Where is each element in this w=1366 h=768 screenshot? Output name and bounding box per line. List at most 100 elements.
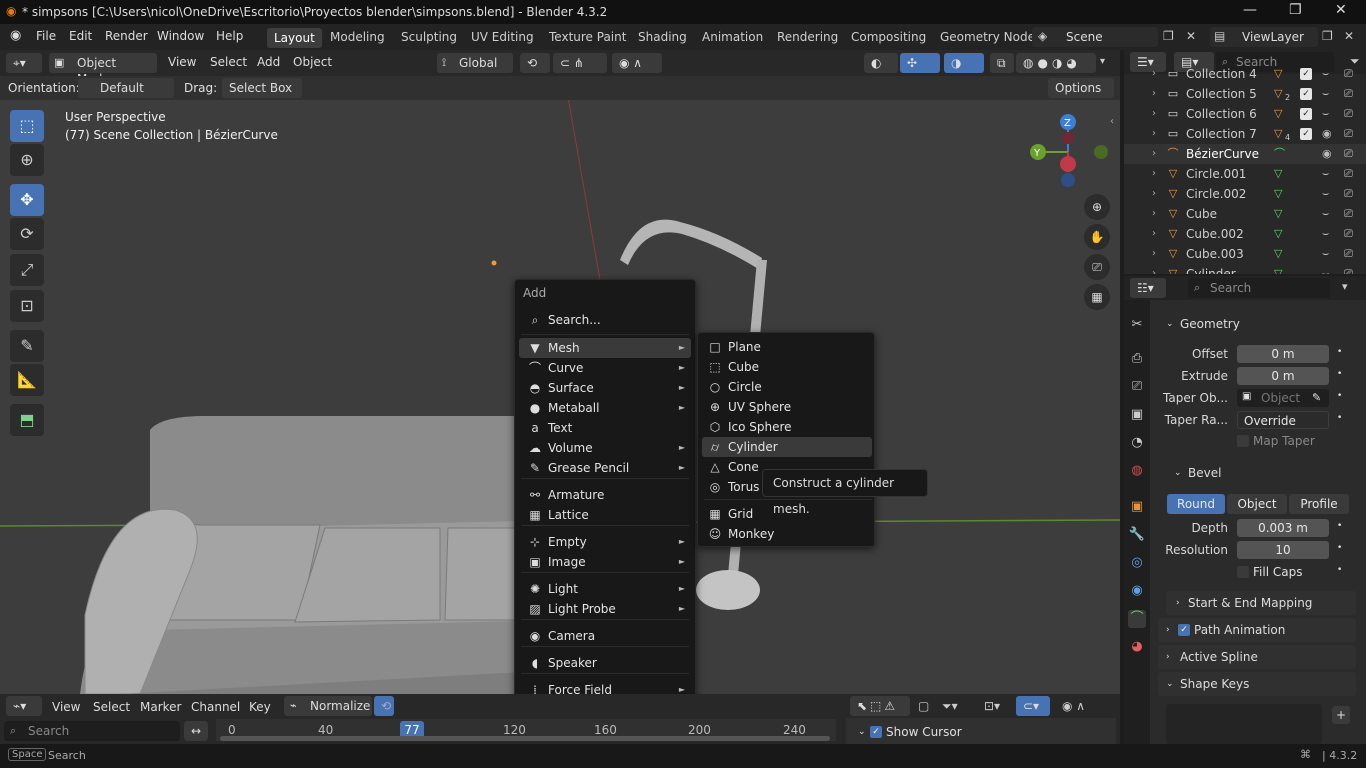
render-camera-icon[interactable]: ⎚: [1344, 64, 1353, 84]
menu-select[interactable]: Select: [210, 55, 247, 69]
bevel-panel-header[interactable]: ⌄ Bevel: [1166, 461, 1356, 485]
menu-window[interactable]: Window: [157, 29, 204, 43]
menu-view[interactable]: View: [168, 55, 196, 69]
add-menu-search[interactable]: ⌕ Search...: [519, 310, 691, 330]
visibility-eye-icon[interactable]: ⌣: [1322, 224, 1329, 244]
mesh-item-uv-sphere[interactable]: ⊕ UV Sphere: [702, 397, 872, 417]
visibility-eye-icon[interactable]: ⌣: [1322, 264, 1329, 274]
shading-options-icon[interactable]: ▾: [1100, 56, 1105, 67]
keyframe-dot-icon[interactable]: •: [1337, 413, 1342, 423]
visibility-eye-icon[interactable]: ⌣: [1322, 244, 1329, 264]
exclude-checkbox[interactable]: ✓: [1300, 88, 1312, 100]
view-layer-tab-icon[interactable]: ▣: [1128, 406, 1146, 424]
add-menu-item-speaker[interactable]: ◖ Speaker: [519, 653, 691, 673]
delete-viewlayer-icon[interactable]: ✕: [1344, 29, 1354, 43]
blender-menu-icon[interactable]: ◉: [10, 28, 21, 43]
output-tab-icon[interactable]: ⎚: [1128, 378, 1146, 396]
menu-add[interactable]: Add: [257, 55, 280, 69]
measure-tool[interactable]: 📐: [10, 364, 44, 396]
minimize-button[interactable]: —: [1243, 2, 1257, 18]
timeline-filter-buttons[interactable]: ⬉⬚⚠: [850, 696, 910, 716]
tab-sculpting[interactable]: Sculpting: [394, 29, 464, 49]
navigation-gizmo[interactable]: Z Y: [1024, 112, 1116, 194]
exclude-checkbox[interactable]: ✓: [1300, 108, 1312, 120]
drag-selector[interactable]: Select Box: [222, 78, 302, 98]
depth-field[interactable]: 0.003 m: [1237, 519, 1329, 537]
pan-hand-icon[interactable]: ✋: [1084, 224, 1110, 250]
tab-modeling[interactable]: Modeling: [323, 29, 392, 49]
add-menu-item-empty[interactable]: ⊹ Empty ►: [519, 532, 691, 552]
keyframe-dot-icon[interactable]: •: [1337, 347, 1342, 357]
normalize-toggle[interactable]: Normalize: [284, 696, 372, 716]
keyframe-dot-icon[interactable]: •: [1337, 565, 1342, 575]
snap-button[interactable]: ⊂ ⋔: [553, 53, 607, 73]
new-viewlayer-icon[interactable]: ❐: [1322, 29, 1333, 43]
outliner-row[interactable]: › ⌒ BézierCurve ⌒ ◉ ⎚: [1124, 144, 1366, 164]
shading-mode-buttons[interactable]: ◍●◑◕: [1016, 53, 1096, 73]
menu-object[interactable]: Object: [293, 55, 332, 69]
outliner-row[interactable]: › ▭ Collection 7 ▽ 4 ✓ ◉ ⎚: [1124, 124, 1366, 144]
outliner-row[interactable]: › ▭ Collection 5 ▽ 2 ✓ ⌣ ⎚: [1124, 84, 1366, 104]
render-tab-icon[interactable]: ⎙: [1128, 350, 1146, 368]
select-tool[interactable]: ⬚: [10, 110, 44, 142]
gizmo-toggle-button[interactable]: ✣: [900, 53, 940, 73]
render-camera-icon[interactable]: ⎚: [1344, 184, 1353, 204]
mesh-item-cube[interactable]: ⬚ Cube: [702, 357, 872, 377]
timeline-menu-marker[interactable]: Marker: [140, 700, 181, 714]
add-menu-item-surface[interactable]: ◓ Surface ►: [519, 378, 691, 398]
transform-orientation[interactable]: Global: [437, 53, 513, 73]
exclude-checkbox[interactable]: ✓: [1300, 68, 1312, 80]
timeline-menu-key[interactable]: Key: [249, 700, 271, 714]
path-animation-panel[interactable]: › ✓ Path Animation: [1158, 618, 1356, 642]
scale-tool[interactable]: ⤢: [10, 254, 44, 286]
menu-help[interactable]: Help: [216, 29, 243, 43]
extrude-field[interactable]: 0 m: [1237, 367, 1329, 385]
add-menu-item-image[interactable]: ▣ Image ►: [519, 552, 691, 572]
grid-view-icon[interactable]: ▦: [1084, 284, 1110, 310]
add-cube-tool[interactable]: ⬒: [10, 404, 44, 436]
editor-type-button[interactable]: ⌖▾: [6, 53, 42, 73]
auto-normalize-toggle[interactable]: ⟲: [374, 696, 394, 716]
sidebar-toggle-icon[interactable]: ‹: [1110, 116, 1114, 127]
taper-radius-selector[interactable]: Override: [1237, 411, 1329, 429]
chevron-right-icon[interactable]: ›: [1152, 144, 1156, 164]
rotate-tool[interactable]: ⟳: [10, 218, 44, 250]
bevel-profile-button[interactable]: Profile: [1289, 494, 1349, 514]
chevron-down-icon[interactable]: ⌄: [858, 727, 866, 737]
fill-caps-checkbox[interactable]: [1237, 566, 1249, 578]
close-button[interactable]: ✕: [1335, 2, 1347, 18]
auto-snap-button[interactable]: ⊂▾: [1016, 696, 1050, 716]
mesh-item-cylinder[interactable]: ⌭ Cylinder: [702, 437, 872, 457]
tab-rendering[interactable]: Rendering: [770, 29, 845, 49]
new-scene-icon[interactable]: ❐: [1163, 29, 1174, 43]
add-menu-item-lattice[interactable]: ▦ Lattice: [519, 505, 691, 525]
add-menu-item-curve[interactable]: ⌒ Curve ►: [519, 358, 691, 378]
shape-keys-list[interactable]: [1166, 704, 1322, 744]
mesh-item-monkey[interactable]: ☺ Monkey: [702, 524, 872, 544]
outliner-row[interactable]: › ▭ Collection 4 ▽ ✓ ⌣ ⎚: [1124, 64, 1366, 84]
tool-tab-icon[interactable]: ✂: [1128, 316, 1146, 334]
proportional-edit-button[interactable]: ◉ ∧: [612, 53, 662, 73]
chevron-right-icon[interactable]: ›: [1152, 244, 1156, 264]
particles-tab-icon[interactable]: ◎: [1128, 554, 1146, 572]
menu-edit[interactable]: Edit: [69, 29, 92, 43]
properties-options-icon[interactable]: ▾: [1342, 280, 1348, 293]
properties-editor-type[interactable]: ☷▾: [1130, 278, 1166, 298]
swap-icon[interactable]: ↔: [184, 721, 208, 741]
options-button[interactable]: Options: [1048, 78, 1114, 98]
keyframe-dot-icon[interactable]: •: [1337, 521, 1342, 531]
chevron-right-icon[interactable]: ›: [1152, 64, 1156, 84]
physics-tab-icon[interactable]: ◉: [1128, 582, 1146, 600]
object-tab-icon[interactable]: ▣: [1128, 498, 1146, 516]
visibility-eye-icon[interactable]: ⌣: [1322, 204, 1329, 224]
delete-scene-icon[interactable]: ✕: [1186, 29, 1196, 43]
transform-tool[interactable]: ⊡: [10, 290, 44, 322]
modifier-tab-icon[interactable]: 🔧: [1128, 526, 1146, 544]
filter-icon[interactable]: ⏷▾: [942, 699, 958, 714]
mode-selector[interactable]: Object Mode: [49, 53, 157, 86]
proportional-icon[interactable]: ◉ ∧: [1062, 699, 1085, 713]
render-camera-icon[interactable]: ⎚: [1344, 144, 1353, 164]
add-menu-item-text[interactable]: a Text: [519, 418, 691, 438]
mesh-item-ico-sphere[interactable]: ⬡ Ico Sphere: [702, 417, 872, 437]
chevron-right-icon[interactable]: ›: [1152, 104, 1156, 124]
